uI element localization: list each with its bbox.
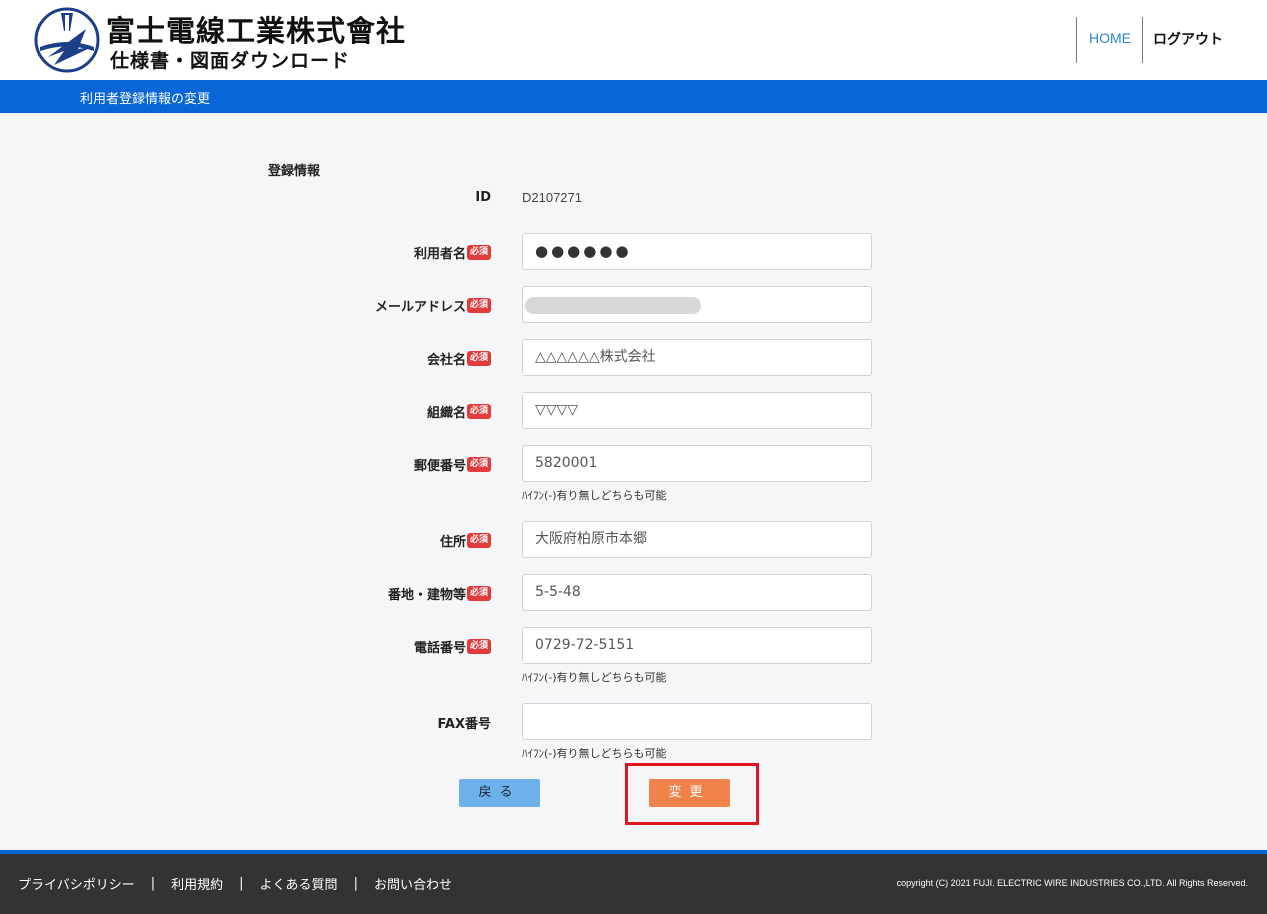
nav-divider (1076, 17, 1077, 63)
required-badge: 必須 (466, 245, 491, 260)
postal-label: 郵便番号 必須 (414, 455, 491, 474)
company-name: 富士電線工業株式會社 (106, 14, 407, 48)
required-badge: 必須 (466, 586, 491, 601)
footer-links: プライバシポリシー | 利用規約 | よくある質問 | お問い合わせ (18, 874, 452, 893)
organization-field[interactable]: ▽▽▽▽ (522, 392, 872, 429)
nav-home-link[interactable]: HOME (1078, 30, 1142, 46)
id-label: ID (475, 190, 491, 205)
footer-link-contact[interactable]: お問い合わせ (374, 874, 452, 893)
required-badge: 必須 (466, 404, 491, 419)
site-footer: プライバシポリシー | 利用規約 | よくある質問 | お問い合わせ copyr… (0, 854, 1267, 914)
section-title: 登録情報 (268, 164, 321, 179)
phone-hint: ﾊｲﾌﾝ(-)有り無しどちらも可能 (522, 671, 667, 684)
page-title-bar: 利用者登録情報の変更 (0, 80, 1267, 113)
postal-field[interactable]: 5820001 (522, 445, 872, 482)
street-field[interactable]: 5-5-48 (522, 574, 872, 611)
footer-link-terms[interactable]: 利用規約 (171, 874, 223, 893)
required-badge: 必須 (466, 298, 491, 313)
street-label: 番地・建物等 必須 (388, 584, 491, 603)
fax-hint: ﾊｲﾌﾝ(-)有り無しどちらも可能 (522, 747, 667, 760)
nav-logout-link[interactable]: ログアウト (1143, 29, 1233, 49)
back-button[interactable]: 戻る (459, 779, 540, 807)
footer-separator: | (239, 876, 244, 891)
company-logo-icon (34, 7, 100, 73)
footer-link-privacy[interactable]: プライバシポリシー (18, 874, 135, 893)
footer-separator: | (150, 876, 156, 891)
id-value: D2107271 (522, 190, 582, 205)
address-label: 住所 必須 (440, 531, 491, 550)
email-field[interactable] (522, 286, 872, 323)
company-field[interactable]: △△△△△△株式会社 (522, 339, 872, 376)
required-badge: 必須 (466, 533, 491, 548)
fax-label: FAX番号 (437, 717, 491, 732)
phone-field[interactable]: 0729-72-5151 (522, 627, 872, 664)
copyright-text: copyright (C) 2021 FUJI. ELECTRIC WIRE I… (896, 878, 1248, 888)
company-label: 会社名 必須 (427, 349, 491, 368)
required-badge: 必須 (466, 457, 491, 472)
username-label: 利用者名 必須 (414, 243, 491, 262)
fax-field[interactable] (522, 703, 872, 740)
username-field[interactable]: ●●●●●● (522, 233, 872, 270)
address-field[interactable]: 大阪府柏原市本郷 (522, 521, 872, 558)
site-header: 富士電線工業株式會社 仕様書・図面ダウンロード HOME ログアウト (0, 0, 1267, 80)
postal-hint: ﾊｲﾌﾝ(-)有り無しどちらも可能 (522, 489, 667, 502)
required-badge: 必須 (466, 351, 491, 366)
organization-label: 組織名 必須 (427, 402, 491, 421)
redacted-mask (525, 297, 701, 314)
site-subtitle: 仕様書・図面ダウンロード (110, 50, 351, 72)
page-title: 利用者登録情報の変更 (80, 92, 211, 107)
footer-link-faq[interactable]: よくある質問 (260, 874, 338, 893)
footer-separator: | (353, 876, 358, 891)
required-badge: 必須 (466, 639, 491, 654)
submit-button[interactable]: 変更 (649, 779, 730, 807)
email-label: メールアドレス 必須 (375, 296, 491, 315)
phone-label: 電話番号 必須 (414, 637, 491, 656)
